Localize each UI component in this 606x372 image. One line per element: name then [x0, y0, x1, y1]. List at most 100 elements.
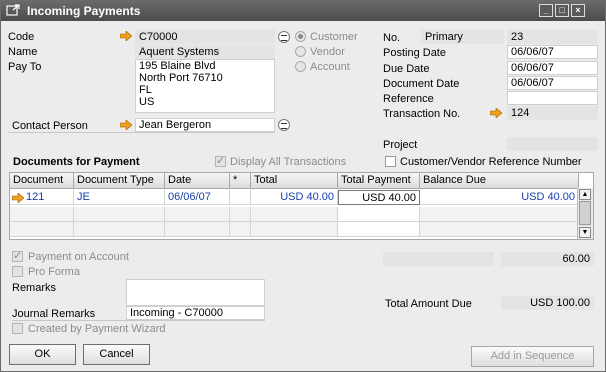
payment-on-account-label: Payment on Account	[28, 251, 129, 263]
cv-reference-label: Customer/Vendor Reference Number	[400, 156, 582, 168]
close-button[interactable]: ×	[571, 4, 585, 17]
documents-section-title: Documents for Payment	[13, 156, 140, 168]
customer-radio-label: Customer	[310, 31, 358, 43]
table-cell-empty[interactable]	[74, 222, 165, 237]
created-by-wizard-label: Created by Payment Wizard	[28, 323, 166, 335]
contact-person-field[interactable]: Jean Bergeron	[135, 118, 275, 132]
table-cell-empty[interactable]	[338, 207, 420, 222]
table-cell-empty[interactable]	[338, 222, 420, 237]
add-in-sequence-button[interactable]: Add in Sequence	[471, 346, 594, 367]
journal-remarks-field[interactable]: Incoming - C70000	[126, 306, 265, 320]
table-cell-empty[interactable]	[10, 207, 74, 222]
column-header[interactable]: Document	[10, 173, 74, 188]
total-amount-due-label: Total Amount Due	[385, 298, 472, 310]
incoming-payments-window: Incoming Payments _ □ × Code C70000 Name…	[0, 0, 606, 372]
table-header: Document Document Type Date * Total Tota…	[10, 173, 579, 189]
table-cell-type[interactable]: JE	[74, 190, 165, 205]
table-cell-empty[interactable]	[230, 207, 251, 222]
table-cell-empty[interactable]	[251, 222, 338, 237]
minimize-button[interactable]: _	[539, 4, 553, 17]
table-cell-empty[interactable]	[420, 222, 579, 237]
link-arrow-icon[interactable]	[490, 108, 502, 118]
table-cell-star[interactable]	[230, 190, 251, 205]
ok-button[interactable]: OK	[9, 344, 76, 365]
due-date-field[interactable]: 06/06/07	[507, 61, 598, 75]
window-icon	[6, 4, 20, 16]
created-by-wizard-checkbox[interactable]	[12, 323, 23, 334]
document-number-field[interactable]: 23	[507, 30, 598, 44]
total-amount-due-field[interactable]: USD 100.00	[501, 296, 594, 310]
due-date-label: Due Date	[383, 63, 430, 75]
pro-forma-checkbox[interactable]	[12, 266, 23, 277]
cancel-button[interactable]: Cancel	[83, 344, 150, 365]
journal-remarks-label: Journal Remarks	[12, 308, 96, 320]
amount-left-field[interactable]	[383, 252, 494, 266]
scroll-down-icon[interactable]: ▼	[579, 227, 591, 238]
series-field[interactable]: Primary	[421, 30, 504, 44]
transaction-number-field[interactable]: 124	[507, 106, 598, 120]
number-label: No.	[383, 32, 401, 44]
table-cell-empty[interactable]	[10, 222, 74, 237]
name-label: Name	[8, 46, 38, 58]
column-header[interactable]: Balance Due	[420, 173, 579, 188]
reference-label: Reference	[383, 93, 434, 105]
scroll-thumb[interactable]	[579, 201, 591, 225]
divider	[8, 132, 275, 133]
display-all-checkbox[interactable]	[215, 154, 226, 167]
project-field[interactable]	[507, 137, 598, 151]
customer-radio[interactable]	[295, 31, 306, 42]
scroll-up-icon[interactable]: ▲	[579, 189, 591, 200]
display-all-label: Display All Transactions	[230, 156, 347, 168]
table-cell-date[interactable]: 06/06/07	[165, 190, 230, 205]
table-scrollbar[interactable]: ▲ ▼	[577, 188, 593, 239]
choose-list-icon[interactable]	[278, 119, 290, 131]
title-bar[interactable]: Incoming Payments _ □ ×	[1, 1, 605, 21]
table-cell-empty[interactable]	[165, 207, 230, 222]
pay-to-line: FL	[139, 84, 152, 96]
posting-date-field[interactable]: 06/06/07	[507, 45, 598, 59]
name-field[interactable]: Aquent Systems	[135, 45, 275, 59]
table-cell-empty[interactable]	[420, 207, 579, 222]
account-radio-label: Account	[310, 61, 350, 73]
pay-to-label: Pay To	[8, 61, 42, 73]
choose-list-icon[interactable]	[278, 31, 290, 43]
pro-forma-label: Pro Forma	[28, 266, 80, 278]
code-field[interactable]: C70000	[135, 30, 275, 44]
documents-table[interactable]: Document Document Type Date * Total Tota…	[9, 172, 594, 240]
divider	[12, 320, 265, 321]
transaction-number-label: Transaction No.	[383, 108, 461, 120]
column-header[interactable]: Total Payment	[338, 173, 420, 188]
pay-to-line: 195 Blaine Blvd	[139, 60, 216, 72]
payment-on-account-checkbox[interactable]	[12, 249, 23, 262]
table-cell-total-payment[interactable]: USD 40.00	[338, 190, 420, 205]
contact-person-label: Contact Person	[12, 120, 88, 132]
code-label: Code	[8, 31, 35, 43]
column-header[interactable]: *	[230, 173, 251, 188]
table-cell-empty[interactable]	[251, 207, 338, 222]
remarks-field[interactable]	[126, 279, 265, 306]
document-date-field[interactable]: 06/06/07	[507, 76, 598, 90]
table-cell-empty[interactable]	[165, 222, 230, 237]
column-header[interactable]: Date	[165, 173, 230, 188]
vendor-radio[interactable]	[295, 46, 306, 57]
project-label: Project	[383, 139, 418, 151]
vendor-radio-label: Vendor	[310, 46, 345, 58]
account-radio[interactable]	[295, 61, 306, 72]
table-cell-balance-due[interactable]: USD 40.00	[420, 190, 579, 205]
link-arrow-icon[interactable]	[120, 31, 132, 41]
document-number: 121	[26, 191, 45, 203]
pay-to-address[interactable]: 195 Blaine Blvd North Port 76710 FL US	[135, 59, 275, 113]
document-date-label: Document Date	[383, 78, 460, 90]
table-cell-empty[interactable]	[230, 222, 251, 237]
pay-to-line: US	[139, 96, 155, 108]
amount-field[interactable]: 60.00	[501, 252, 594, 266]
link-arrow-icon[interactable]	[12, 193, 24, 203]
link-arrow-icon[interactable]	[120, 120, 132, 130]
maximize-button[interactable]: □	[555, 4, 569, 17]
column-header[interactable]: Document Type	[74, 173, 165, 188]
cv-reference-checkbox[interactable]	[385, 156, 396, 167]
reference-field[interactable]	[507, 91, 598, 105]
column-header[interactable]: Total	[251, 173, 338, 188]
table-cell-total[interactable]: USD 40.00	[251, 190, 338, 205]
table-cell-empty[interactable]	[74, 207, 165, 222]
